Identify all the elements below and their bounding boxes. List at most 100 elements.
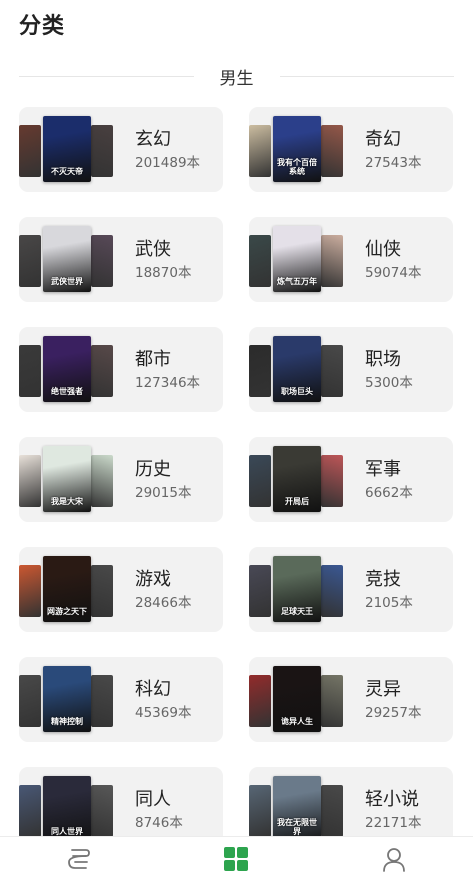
book-cover-title: 足球天王 [281, 607, 313, 616]
category-card-1[interactable]: 我有个百倍系统 奇幻 27543本 [249, 107, 453, 192]
category-count: 201489本 [135, 155, 201, 171]
category-card-3[interactable]: 炼气五万年 仙侠 59074本 [249, 217, 453, 302]
book-covers: 网游之天下 [19, 547, 113, 632]
category-name: 军事 [365, 459, 401, 480]
divider-right [279, 75, 454, 77]
category-name: 历史 [135, 459, 171, 480]
category-name: 职场 [365, 349, 401, 370]
category-count: 22171本 [365, 815, 422, 831]
book-cover-main: 炼气五万年 [273, 226, 321, 292]
book-covers: 我有个百倍系统 [249, 107, 343, 192]
book-cover-main: 我在无限世界 [273, 776, 321, 842]
book-cover-main: 足球天王 [273, 556, 321, 622]
book-cover-main: 我是大宋 [43, 446, 91, 512]
category-card-8[interactable]: 网游之天下 游戏 28466本 [19, 547, 223, 632]
book-cover-right [321, 675, 343, 727]
category-card-5[interactable]: 职场巨头 职场 5300本 [249, 327, 453, 412]
bookshelf-icon [67, 848, 90, 869]
book-cover-title: 我在无限世界 [277, 818, 317, 836]
section-label: 男生 [219, 68, 254, 89]
book-cover-right [91, 125, 113, 177]
book-cover-main: 同人世界 [43, 776, 91, 842]
category-name: 游戏 [135, 569, 171, 590]
category-grid: 不灭天帝 玄幻 201489本 我有个百倍系统 奇幻 27543本 武侠世界 武… [19, 107, 453, 852]
book-covers: 炼气五万年 [249, 217, 343, 302]
category-card-0[interactable]: 不灭天帝 玄幻 201489本 [19, 107, 223, 192]
category-name: 仙侠 [365, 239, 401, 260]
book-cover-title: 我是大宋 [51, 497, 83, 506]
category-count: 29257本 [365, 705, 422, 721]
book-cover-title: 炼气五万年 [277, 277, 317, 286]
book-cover-main: 不灭天帝 [43, 116, 91, 182]
book-cover-title: 不灭天帝 [51, 167, 83, 176]
book-cover-left [19, 455, 41, 507]
category-card-6[interactable]: 我是大宋 历史 29015本 [19, 437, 223, 522]
category-card-9[interactable]: 足球天王 竞技 2105本 [249, 547, 453, 632]
book-cover-main: 职场巨头 [273, 336, 321, 402]
nav-bookshelf[interactable] [49, 839, 109, 879]
book-cover-right [321, 235, 343, 287]
book-cover-left [19, 785, 41, 837]
book-cover-left [19, 675, 41, 727]
book-covers: 精神控制 [19, 657, 113, 742]
book-covers: 我是大宋 [19, 437, 113, 522]
book-covers: 武侠世界 [19, 217, 113, 302]
book-cover-right [91, 455, 113, 507]
book-cover-main: 开局后 [273, 446, 321, 512]
book-cover-right [91, 235, 113, 287]
category-count: 59074本 [365, 265, 422, 281]
category-name: 灵异 [365, 679, 401, 700]
category-card-10[interactable]: 精神控制 科幻 45369本 [19, 657, 223, 742]
nav-profile[interactable] [364, 839, 424, 879]
category-card-7[interactable]: 开局后 军事 6662本 [249, 437, 453, 522]
category-name: 玄幻 [135, 129, 171, 150]
book-cover-main: 诡异人生 [273, 666, 321, 732]
category-count: 127346本 [135, 375, 201, 391]
book-cover-title: 精神控制 [51, 717, 83, 726]
nav-category[interactable] [206, 839, 266, 879]
category-name: 科幻 [135, 679, 171, 700]
book-cover-left [249, 125, 271, 177]
book-covers: 诡异人生 [249, 657, 343, 742]
book-cover-left [249, 345, 271, 397]
category-count: 28466本 [135, 595, 192, 611]
category-name: 都市 [135, 349, 171, 370]
book-cover-left [249, 455, 271, 507]
book-cover-right [321, 565, 343, 617]
book-cover-left [249, 565, 271, 617]
book-cover-title: 诡异人生 [281, 717, 313, 726]
book-cover-title: 绝世强者 [51, 387, 83, 396]
section-header-male: 男生 [19, 64, 454, 89]
category-card-2[interactable]: 武侠世界 武侠 18870本 [19, 217, 223, 302]
book-cover-title: 网游之天下 [47, 607, 87, 616]
book-cover-right [321, 455, 343, 507]
book-cover-left [19, 565, 41, 617]
category-card-11[interactable]: 诡异人生 灵异 29257本 [249, 657, 453, 742]
book-cover-left [19, 345, 41, 397]
category-count: 8746本 [135, 815, 183, 831]
book-cover-right [321, 345, 343, 397]
book-cover-title: 同人世界 [51, 827, 83, 836]
book-cover-left [249, 235, 271, 287]
book-cover-left [19, 125, 41, 177]
book-cover-main: 我有个百倍系统 [273, 116, 321, 182]
book-covers: 足球天王 [249, 547, 343, 632]
book-cover-right [321, 785, 343, 837]
divider-left [19, 75, 194, 77]
book-covers: 不灭天帝 [19, 107, 113, 192]
category-count: 27543本 [365, 155, 422, 171]
book-cover-title: 武侠世界 [51, 277, 83, 286]
book-cover-right [91, 345, 113, 397]
book-cover-title: 职场巨头 [281, 387, 313, 396]
category-name: 武侠 [135, 239, 171, 260]
book-cover-right [91, 565, 113, 617]
category-count: 18870本 [135, 265, 192, 281]
book-covers: 开局后 [249, 437, 343, 522]
book-cover-main: 精神控制 [43, 666, 91, 732]
category-name: 奇幻 [365, 129, 401, 150]
page-title: 分类 [19, 14, 66, 39]
category-card-4[interactable]: 绝世强者 都市 127346本 [19, 327, 223, 412]
category-count: 45369本 [135, 705, 192, 721]
book-cover-main: 绝世强者 [43, 336, 91, 402]
book-cover-title: 我有个百倍系统 [277, 158, 317, 176]
